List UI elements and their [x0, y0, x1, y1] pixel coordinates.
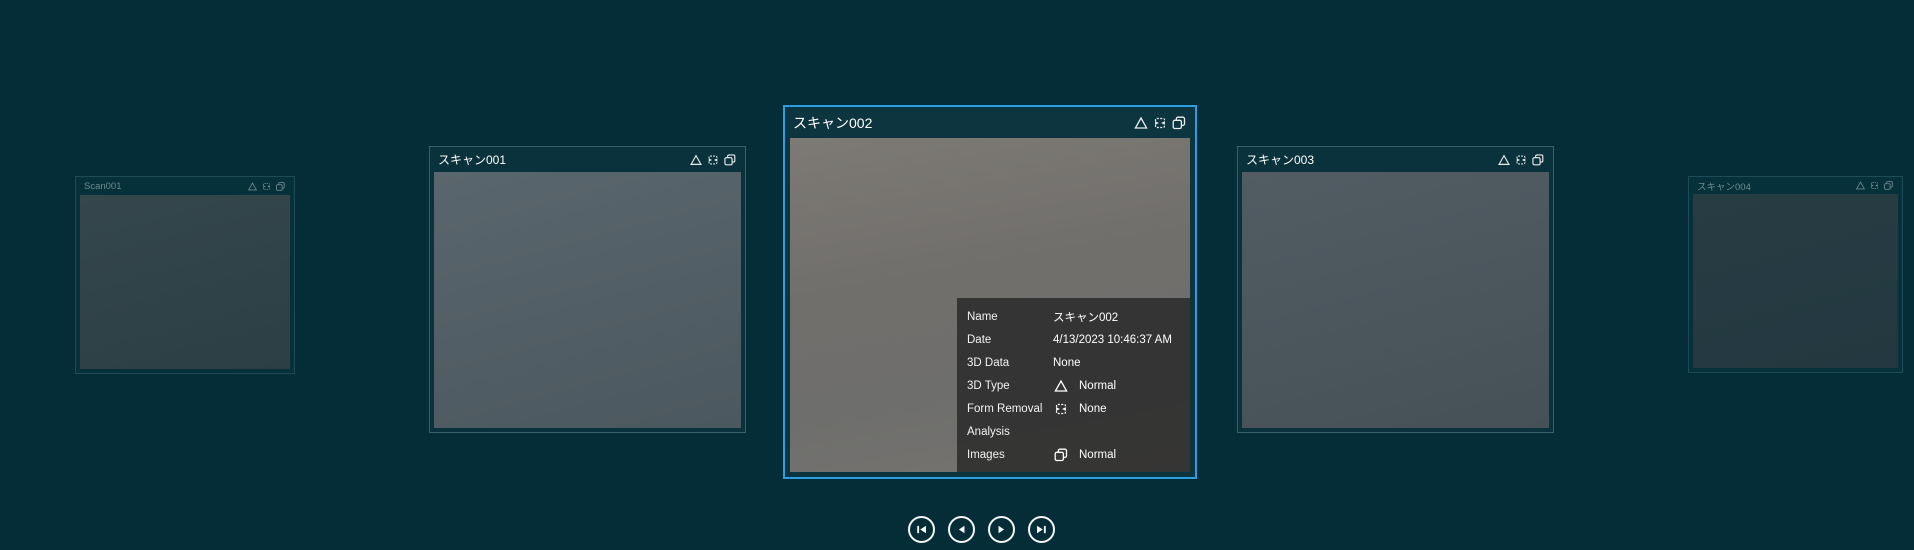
- form-removal-icon: [1055, 403, 1067, 414]
- card-header: Scan001: [76, 177, 294, 195]
- info-value: Normal: [1079, 448, 1117, 461]
- scan-thumbnail[interactable]: [1693, 194, 1898, 368]
- scan-info-panel: Name スキャン002 Date 4/13/2023 10:46:37 AM …: [957, 298, 1190, 472]
- card-header: スキャン002: [785, 107, 1195, 138]
- first-button[interactable]: [908, 516, 935, 543]
- 3d-type-icon: [1498, 153, 1510, 165]
- info-value: スキャン002: [1053, 311, 1119, 324]
- scan-card-scan001[interactable]: スキャン001: [429, 146, 746, 433]
- card-title: スキャン002: [793, 114, 873, 131]
- skip-to-last-icon: [1037, 525, 1046, 534]
- scan-card-scan001-en[interactable]: Scan001: [75, 176, 295, 374]
- card-title: スキャン001: [438, 153, 507, 167]
- info-row-date: Date 4/13/2023 10:46:37 AM: [957, 329, 1190, 350]
- card-header: スキャン003: [1238, 147, 1553, 172]
- next-icon: [998, 525, 1005, 534]
- card-title: Scan001: [84, 180, 122, 192]
- images-icon: [1532, 153, 1544, 165]
- card-status-icons: [1497, 153, 1545, 167]
- scan-card-scan003[interactable]: スキャン003: [1237, 146, 1554, 433]
- form-removal-icon: [1154, 117, 1166, 128]
- scan-card-scan004[interactable]: スキャン004: [1688, 176, 1903, 373]
- scan-thumbnail[interactable]: Name スキャン002 Date 4/13/2023 10:46:37 AM …: [790, 138, 1190, 472]
- scan-thumbnail[interactable]: [80, 195, 290, 369]
- images-icon: [1172, 116, 1186, 129]
- form-removal-icon: [708, 155, 718, 164]
- previous-icon: [958, 525, 965, 534]
- info-label: Name: [967, 310, 998, 323]
- 3d-type-icon: [1855, 181, 1866, 190]
- 3d-type-icon: [1134, 116, 1148, 129]
- 3d-type-icon: [690, 153, 702, 165]
- card-status-icons: [247, 181, 286, 192]
- images-icon: [724, 153, 736, 165]
- info-row-form-removal: Form Removal None: [957, 398, 1190, 419]
- next-button[interactable]: [988, 516, 1015, 543]
- carousel-navigation: [908, 516, 1055, 543]
- card-status-icons: [689, 153, 737, 167]
- info-label: Date: [967, 333, 992, 346]
- card-status-icons: [1855, 180, 1894, 191]
- info-row-3d-data: 3D Data None: [957, 352, 1190, 373]
- form-removal-icon: [1870, 181, 1879, 190]
- info-label: Analysis: [967, 425, 1010, 438]
- form-removal-icon: [1516, 155, 1526, 164]
- info-value: 4/13/2023 10:46:37 AM: [1053, 333, 1172, 346]
- images-icon: [1884, 181, 1893, 190]
- 3d-type-icon: [247, 181, 258, 190]
- card-title: スキャン004: [1697, 181, 1751, 193]
- 3d-type-icon: [1054, 379, 1068, 392]
- info-label: 3D Data: [967, 356, 1010, 369]
- info-value: None: [1079, 402, 1107, 415]
- info-row-analysis: Analysis: [957, 421, 1190, 442]
- form-removal-icon: [262, 182, 271, 190]
- info-row-images: Images Normal: [957, 444, 1190, 465]
- card-header: スキャン004: [1689, 177, 1902, 194]
- info-value: None: [1053, 356, 1081, 369]
- info-value: Normal: [1079, 379, 1117, 392]
- info-label: Form Removal: [967, 402, 1043, 415]
- scan-thumbnail[interactable]: [1242, 172, 1549, 428]
- images-icon: [1054, 448, 1068, 461]
- card-header: スキャン001: [430, 147, 745, 172]
- info-label: 3D Type: [967, 379, 1010, 392]
- skip-to-first-icon: [917, 525, 926, 534]
- scan-card-scan002-selected[interactable]: スキャン002 Name スキャン002 Date 4/13/2023 10:4…: [783, 105, 1197, 479]
- info-label: Images: [967, 448, 1005, 461]
- previous-button[interactable]: [948, 516, 975, 543]
- card-title: スキャン003: [1246, 153, 1315, 167]
- info-row-3d-type: 3D Type Normal: [957, 375, 1190, 396]
- scan-carousel-page: Scan001 スキャン001 スキャン002 Name スキャン002 Dat…: [0, 0, 1914, 550]
- last-button[interactable]: [1028, 516, 1055, 543]
- images-icon: [276, 181, 285, 191]
- card-status-icons: [1133, 115, 1187, 131]
- info-row-name: Name スキャン002: [957, 306, 1190, 327]
- scan-thumbnail[interactable]: [434, 172, 741, 428]
